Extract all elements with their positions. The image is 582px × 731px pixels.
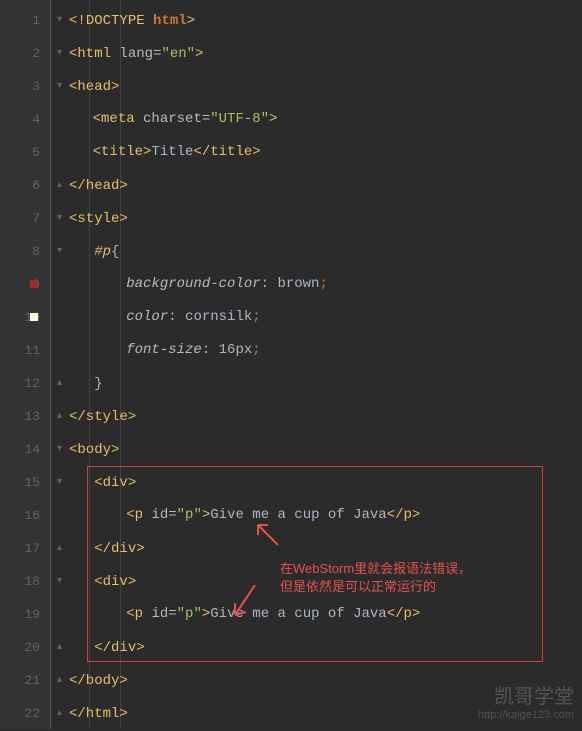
line-number: 16 <box>0 499 40 532</box>
fold-icon[interactable]: ▴ <box>57 532 67 565</box>
code-line[interactable]: ▾ #p{ <box>59 235 582 268</box>
fold-icon[interactable]: ▴ <box>57 631 67 664</box>
code-line[interactable]: ▴ </div> <box>59 532 582 565</box>
line-number: 21 <box>0 664 40 697</box>
code-line[interactable]: ▴ </div> <box>59 631 582 664</box>
fold-icon[interactable]: ▾ <box>57 565 67 598</box>
line-gutter: 1 2 3 4 5 6 7 8 9 10 11 12 13 14 15 16 1… <box>0 0 50 729</box>
line-number: 3 <box>0 70 40 103</box>
line-number: 17 <box>0 532 40 565</box>
code-line[interactable]: <p id="p">Give me a cup of Java</p> <box>59 598 582 631</box>
fold-icon[interactable]: ▾ <box>57 4 67 37</box>
code-line[interactable]: ▴</head> <box>59 169 582 202</box>
fold-icon[interactable]: ▾ <box>57 202 67 235</box>
code-line[interactable]: ▾<body> <box>59 433 582 466</box>
fold-icon[interactable]: ▾ <box>57 433 67 466</box>
fold-icon[interactable]: ▾ <box>57 466 67 499</box>
fold-icon[interactable]: ▴ <box>57 169 67 202</box>
fold-icon[interactable]: ▾ <box>57 37 67 70</box>
code-line[interactable]: ▾<style> <box>59 202 582 235</box>
code-editor[interactable]: 1 2 3 4 5 6 7 8 9 10 11 12 13 14 15 16 1… <box>0 0 582 729</box>
code-line[interactable]: ▴</body> <box>59 664 582 697</box>
code-area[interactable]: ▾<!DOCTYPE html> ▾<html lang="en"> ▾<hea… <box>51 0 582 729</box>
line-number: 6 <box>0 169 40 202</box>
code-line[interactable]: ▾ <div> <box>59 466 582 499</box>
code-line[interactable]: <p id="p">Give me a cup of Java</p> <box>59 499 582 532</box>
code-line[interactable]: ▴ } <box>59 367 582 400</box>
fold-icon[interactable]: ▾ <box>57 70 67 103</box>
line-number: 19 <box>0 598 40 631</box>
line-number: 18 <box>0 565 40 598</box>
code-line[interactable]: ▾<head> <box>59 70 582 103</box>
fold-icon[interactable]: ▴ <box>57 697 67 730</box>
line-number: 10 <box>0 301 40 334</box>
code-line[interactable]: ▴</style> <box>59 400 582 433</box>
line-number: 22 <box>0 697 40 730</box>
fold-icon[interactable]: ▴ <box>57 664 67 697</box>
code-line[interactable]: ▾<!DOCTYPE html> <box>59 4 582 37</box>
line-number: 13 <box>0 400 40 433</box>
line-number: 2 <box>0 37 40 70</box>
code-line[interactable]: ▴</html> <box>59 697 582 730</box>
line-number: 15 <box>0 466 40 499</box>
fold-icon[interactable]: ▾ <box>57 235 67 268</box>
line-number: 11 <box>0 334 40 367</box>
line-number: 9 <box>0 268 40 301</box>
line-number: 20 <box>0 631 40 664</box>
line-number: 12 <box>0 367 40 400</box>
line-number: 7 <box>0 202 40 235</box>
fold-icon[interactable]: ▴ <box>57 400 67 433</box>
fold-icon[interactable]: ▴ <box>57 367 67 400</box>
code-line[interactable]: ▾ <div> <box>59 565 582 598</box>
code-line[interactable]: ▾<html lang="en"> <box>59 37 582 70</box>
line-number: 4 <box>0 103 40 136</box>
line-number: 5 <box>0 136 40 169</box>
code-line[interactable]: background-color: brown; <box>59 268 582 301</box>
code-line[interactable]: <title>Title</title> <box>59 136 582 169</box>
code-line[interactable]: <meta charset="UTF-8"> <box>59 103 582 136</box>
color-swatch-brown <box>30 280 38 288</box>
code-line[interactable]: font-size: 16px; <box>59 334 582 367</box>
line-number: 8 <box>0 235 40 268</box>
line-number: 14 <box>0 433 40 466</box>
code-line[interactable]: color: cornsilk; <box>59 301 582 334</box>
line-number: 1 <box>0 4 40 37</box>
color-swatch-cornsilk <box>30 313 38 321</box>
